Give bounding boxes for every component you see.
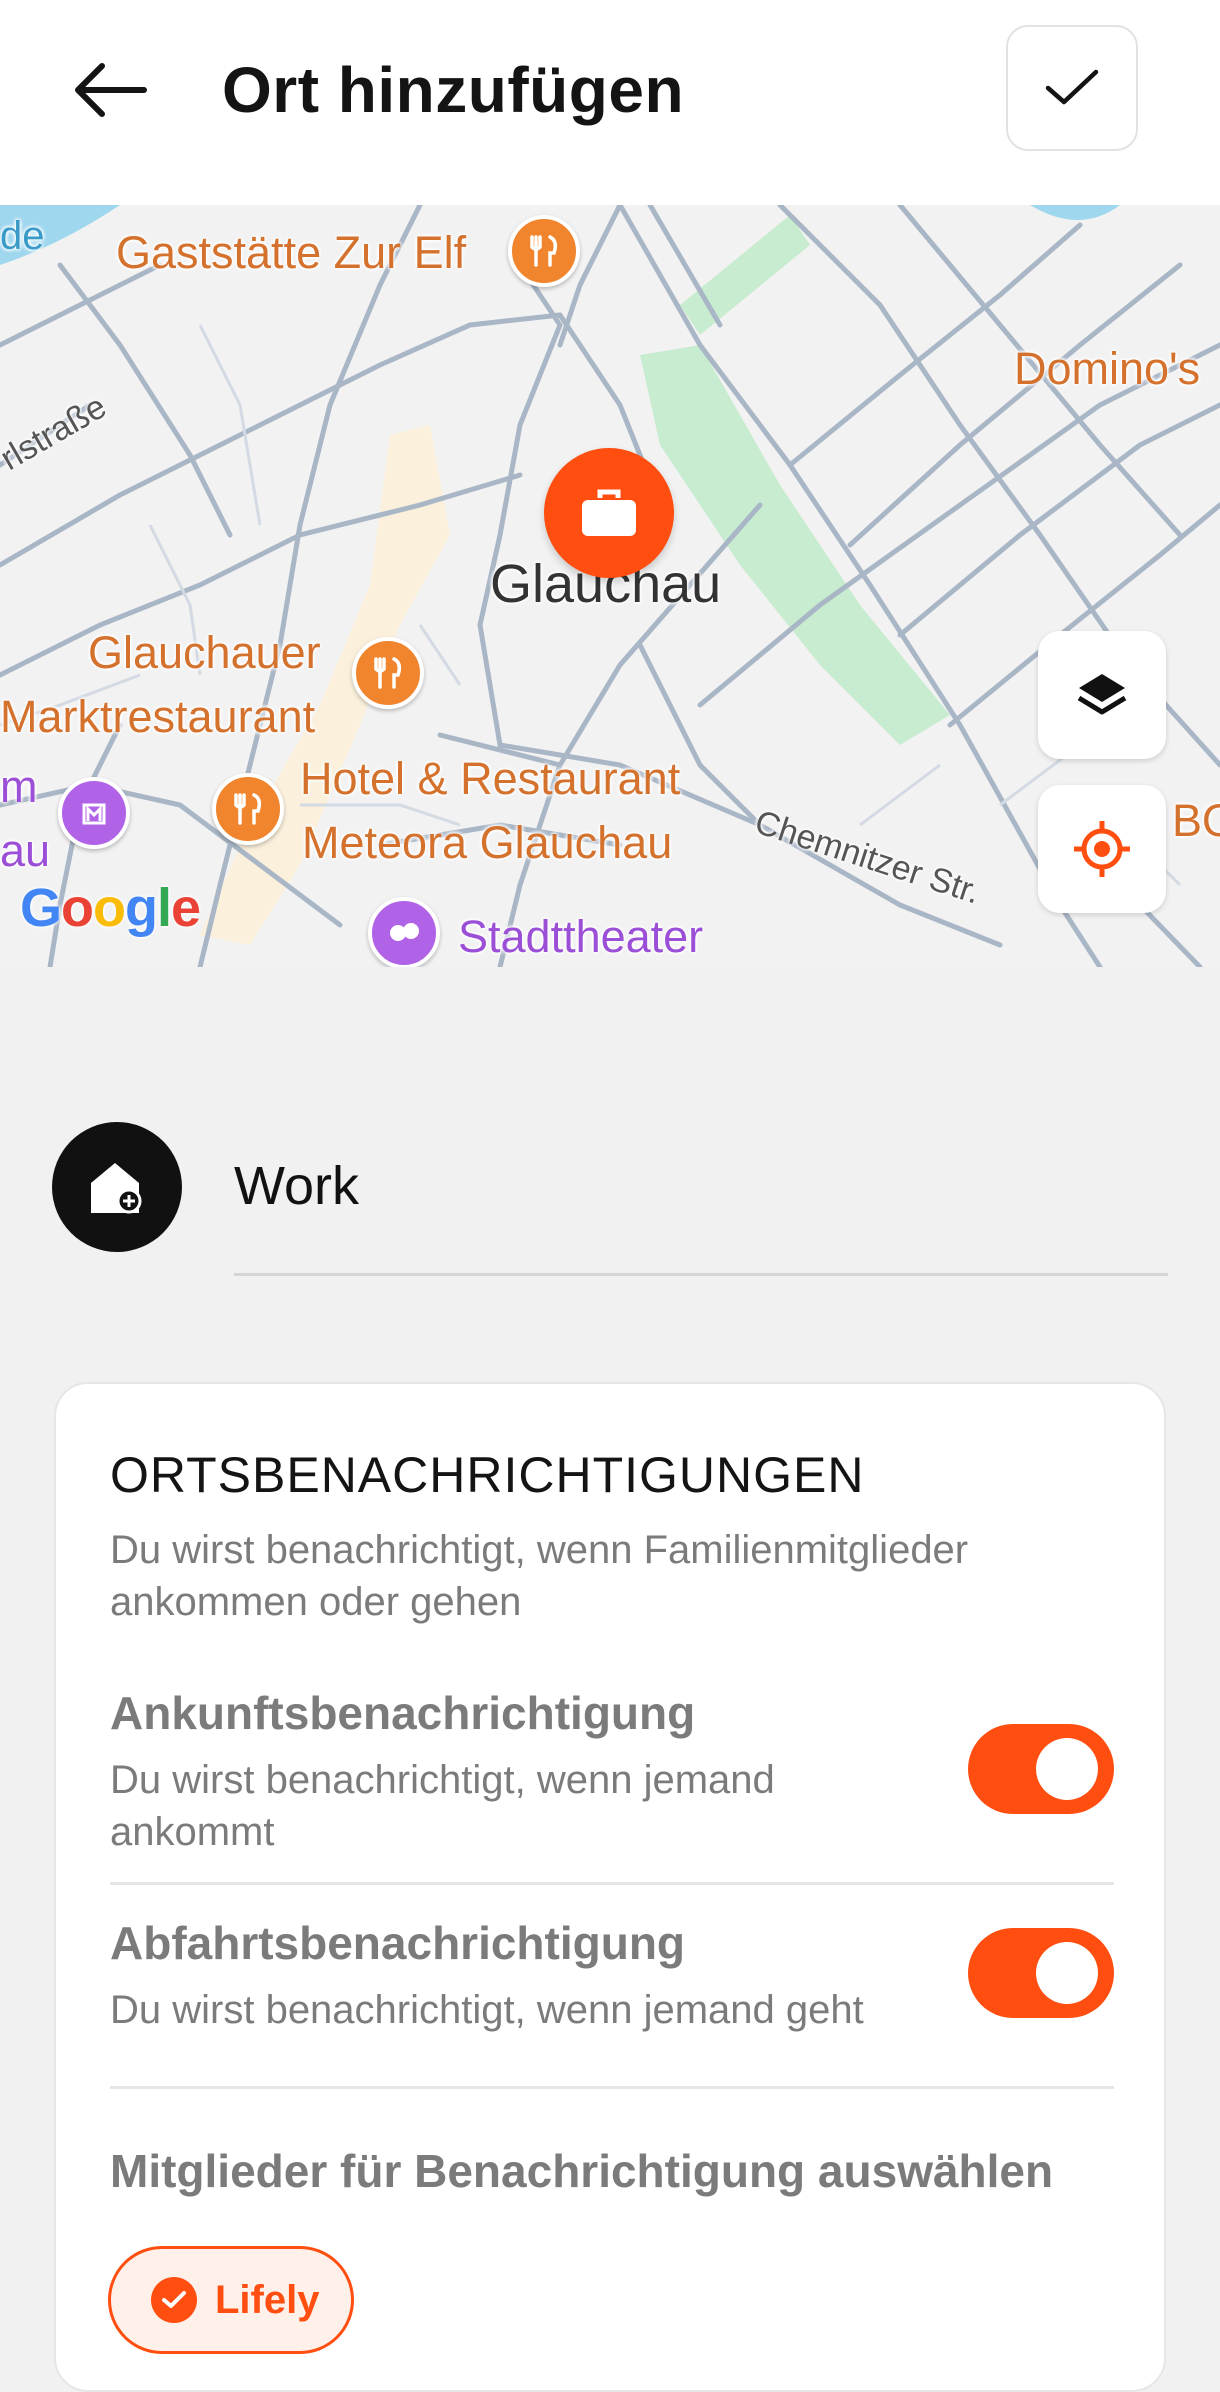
home-add-icon [91, 1163, 142, 1214]
my-location-button[interactable] [1038, 785, 1166, 913]
place-name-input[interactable]: Work [234, 1150, 1166, 1222]
toggle-knob [1036, 1738, 1098, 1800]
departure-notification-title: Abfahrtsbenachrichtigung [110, 1917, 686, 1969]
restaurant-icon[interactable] [352, 637, 424, 709]
map-view[interactable]: de Gaststätte Zur Elf Domino's rlstraße … [0, 205, 1220, 967]
place-type-button[interactable] [52, 1122, 182, 1252]
divider [110, 1882, 1114, 1885]
crosshair-icon [1074, 821, 1130, 877]
toggle-knob [1036, 1942, 1098, 2004]
restaurant-icon[interactable] [508, 215, 580, 287]
briefcase-icon [582, 489, 636, 536]
map-label-edge-au: au [0, 825, 51, 876]
departure-notification-toggle[interactable] [968, 1928, 1114, 2018]
location-pin[interactable] [544, 448, 674, 578]
notifications-description: Du wirst benachrichtigt, wenn Familienmi… [110, 1528, 969, 1624]
museum-icon[interactable] [58, 777, 130, 849]
map-label-stadttheater: Stadttheater [458, 911, 704, 962]
map-label-hotel-line1: Hotel & Restaurant [300, 753, 681, 804]
map-label-edge-bo: BO [1172, 795, 1220, 846]
member-chip-label: Lifely [215, 2277, 320, 2322]
map-label-edge-m: m [0, 761, 38, 812]
map-label-glauchauer: Glauchauer [88, 627, 321, 678]
arrow-left-icon [75, 63, 147, 117]
arrival-notification-toggle[interactable] [968, 1724, 1114, 1814]
map-label-water: de [0, 214, 45, 258]
map-label-marktrestaurant: Marktrestaurant [0, 691, 316, 742]
check-icon [1045, 69, 1099, 105]
arrival-notification-subtitle: Du wirst benachrichtigt, wenn jemand ank… [110, 1758, 775, 1854]
app-header: Ort hinzufügen [0, 0, 1220, 205]
google-attribution: Google [20, 878, 201, 938]
check-circle-icon [151, 2277, 197, 2323]
divider [110, 2086, 1114, 2089]
input-underline [234, 1273, 1168, 1276]
back-button[interactable] [60, 45, 160, 135]
map-label-hotel-line2: Meteora Glauchau [302, 817, 673, 868]
map-label-gaststaette: Gaststätte Zur Elf [116, 227, 467, 278]
arrival-notification-title: Ankunftsbenachrichtigung [110, 1687, 696, 1739]
theater-icon[interactable] [368, 897, 440, 967]
map-layers-button[interactable] [1038, 631, 1166, 759]
notifications-title: ORTSBENACHRICHTIGUNGEN [110, 1447, 865, 1503]
map-label-dominos: Domino's [1014, 343, 1201, 394]
departure-notification-subtitle: Du wirst benachrichtigt, wenn jemand geh… [110, 1988, 864, 2032]
notifications-card: ORTSBENACHRICHTIGUNGEN Du wirst benachri… [54, 1382, 1166, 2392]
member-chip[interactable]: Lifely [108, 2246, 354, 2354]
confirm-button[interactable] [1006, 25, 1138, 151]
layers-icon [1077, 674, 1127, 715]
restaurant-icon[interactable] [212, 773, 284, 845]
page-title: Ort hinzufügen [222, 54, 685, 126]
members-title: Mitglieder für Benachrichtigung auswähle… [110, 2145, 1054, 2197]
